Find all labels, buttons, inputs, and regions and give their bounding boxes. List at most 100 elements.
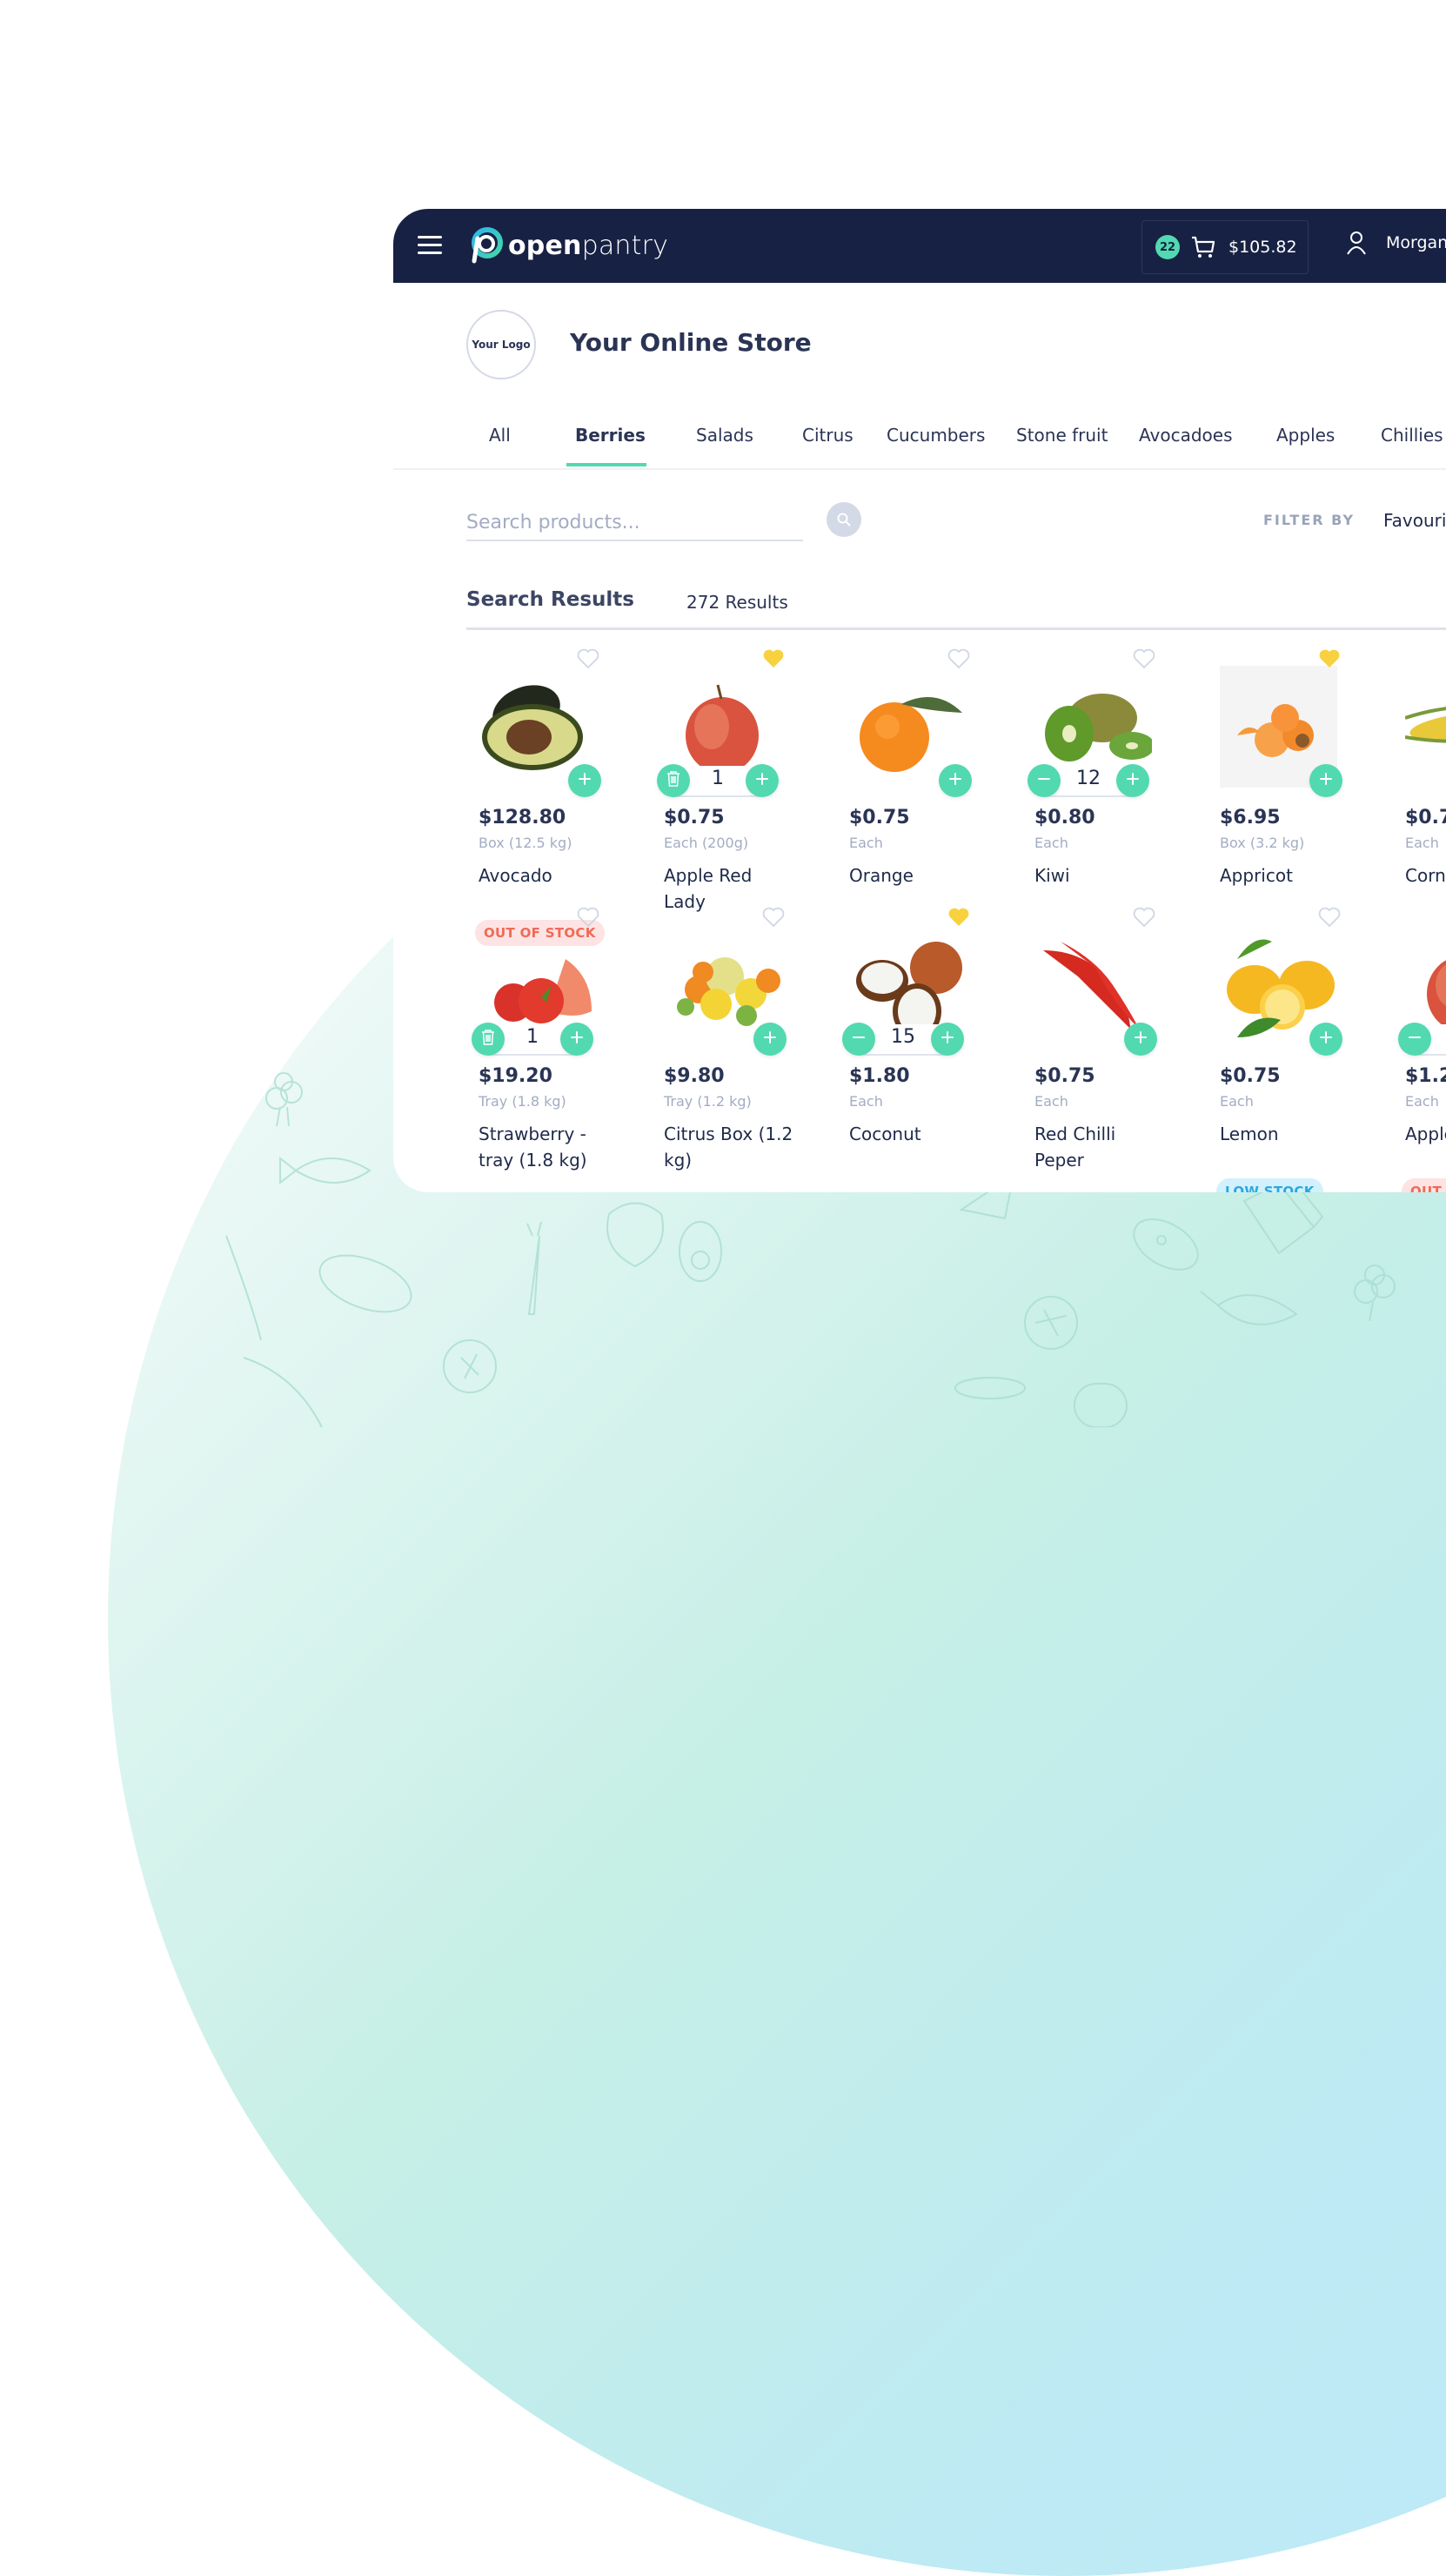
search-button[interactable] bbox=[827, 502, 861, 537]
favourite-heart-outline-icon[interactable] bbox=[1133, 648, 1155, 669]
remove-item-button[interactable] bbox=[657, 764, 690, 797]
remove-item-button[interactable] bbox=[472, 1023, 505, 1056]
tab-stone-fruit[interactable]: Stone fruit bbox=[1016, 425, 1108, 446]
increase-quantity-button[interactable] bbox=[560, 1023, 593, 1056]
trash-icon bbox=[480, 1029, 496, 1050]
favourite-heart-filled-icon[interactable] bbox=[1318, 648, 1341, 669]
brand-name-bold: open bbox=[508, 230, 582, 261]
filter-dropdown[interactable]: Favourites bbox=[1383, 510, 1446, 531]
product-name[interactable]: Corn bbox=[1405, 862, 1446, 889]
add-to-cart-button[interactable] bbox=[1124, 1023, 1157, 1056]
fish-doodle-icon bbox=[279, 1156, 372, 1185]
jar-doodle-icon bbox=[1074, 1383, 1128, 1427]
product-name[interactable]: Apple bbox=[1405, 1121, 1446, 1147]
add-to-cart-button[interactable] bbox=[1309, 764, 1342, 797]
tab-salads[interactable]: Salads bbox=[696, 425, 753, 446]
product-price: $0.80 bbox=[1034, 807, 1095, 828]
product-card[interactable]: $0.75 Each Corn bbox=[1405, 666, 1446, 927]
favourite-heart-filled-icon[interactable] bbox=[947, 907, 970, 928]
product-name[interactable]: Lemon bbox=[1220, 1121, 1350, 1147]
favourite-heart-outline-icon[interactable] bbox=[577, 907, 599, 928]
tab-all[interactable]: All bbox=[489, 425, 511, 446]
product-price: $0.75 bbox=[664, 807, 725, 828]
product-name[interactable]: Avocado bbox=[479, 862, 609, 889]
pepper-doodle-icon bbox=[606, 1202, 664, 1268]
product-price: $6.95 bbox=[1220, 807, 1281, 828]
favourite-heart-outline-icon[interactable] bbox=[1318, 907, 1341, 928]
tab-avocadoes[interactable]: Avocadoes bbox=[1139, 425, 1233, 446]
shopping-cart-icon bbox=[1192, 236, 1215, 258]
quantity-value[interactable]: 15 bbox=[875, 1026, 931, 1048]
product-price: $9.80 bbox=[664, 1065, 725, 1087]
product-card[interactable]: $0.75 Each Orange bbox=[849, 648, 1023, 927]
plus-icon bbox=[1126, 772, 1140, 789]
tab-apples[interactable]: Apples bbox=[1276, 425, 1335, 446]
product-card[interactable]: $1.25 Each Apple OUT OF STOCK bbox=[1398, 924, 1446, 1192]
minus-icon bbox=[1037, 772, 1051, 789]
decrease-quantity-button[interactable] bbox=[1028, 764, 1061, 797]
brand-name-light: pantry bbox=[581, 230, 669, 261]
product-card[interactable]: 1 $0.75 Each (200g) Apple Red Lady bbox=[657, 649, 838, 927]
product-unit: Box (12.5 kg) bbox=[479, 835, 572, 851]
product-name[interactable]: Strawberry - tray (1.8 kg) bbox=[479, 1121, 609, 1173]
product-card[interactable]: $128.80 Box (12.5 kg) Avocado OUT OF STO… bbox=[475, 648, 653, 946]
tab-citrus[interactable]: Citrus bbox=[802, 425, 854, 446]
brand-logo[interactable]: openpantry bbox=[468, 225, 668, 266]
product-name[interactable]: Appricot bbox=[1220, 862, 1350, 889]
quantity-stepper: 1 bbox=[472, 1023, 593, 1056]
add-to-cart-button[interactable] bbox=[568, 764, 601, 797]
openpantry-logo-icon bbox=[472, 227, 503, 264]
add-to-cart-button[interactable] bbox=[753, 1023, 787, 1056]
search-input[interactable] bbox=[466, 505, 803, 541]
product-image-corn[interactable] bbox=[1405, 666, 1446, 788]
product-card[interactable]: $9.80 Tray (1.2 kg) Citrus Box (1.2 kg) bbox=[664, 907, 838, 1185]
tomato2-doodle-icon bbox=[1024, 1296, 1078, 1350]
product-unit: Each bbox=[849, 1093, 883, 1110]
product-card[interactable]: $0.75 Each Red Chilli Peper bbox=[1034, 907, 1208, 1185]
product-name[interactable]: Red Chilli Peper bbox=[1034, 1121, 1165, 1173]
plus-icon bbox=[763, 1030, 777, 1048]
decrease-quantity-button[interactable] bbox=[842, 1023, 875, 1056]
cart-button[interactable]: 22 $105.82 bbox=[1141, 220, 1309, 274]
favourite-heart-outline-icon[interactable] bbox=[947, 648, 970, 669]
minus-icon bbox=[1408, 1030, 1422, 1048]
product-card[interactable]: $0.75 Each Lemon LOW STOCK bbox=[1216, 907, 1394, 1192]
increase-quantity-button[interactable] bbox=[931, 1023, 964, 1056]
favourite-heart-outline-icon[interactable] bbox=[1133, 907, 1155, 928]
tab-chillies[interactable]: Chillies bbox=[1381, 425, 1443, 446]
product-name[interactable]: Coconut bbox=[849, 1121, 980, 1147]
product-card[interactable]: 12 $0.80 Each Kiwi bbox=[1028, 648, 1208, 927]
quantity-value[interactable]: 12 bbox=[1061, 768, 1116, 789]
product-card[interactable]: $6.95 Box (3.2 kg) Appricot bbox=[1220, 649, 1394, 927]
product-price: $1.80 bbox=[849, 1065, 910, 1087]
favourite-heart-outline-icon[interactable] bbox=[577, 648, 599, 669]
user-name: Morgan bbox=[1386, 233, 1446, 252]
product-card[interactable]: 15 $1.80 Each Coconut bbox=[842, 908, 1023, 1185]
broccoli2-doodle-icon bbox=[1354, 1265, 1396, 1322]
tab-berries[interactable]: Berries bbox=[575, 425, 646, 446]
results-title: Search Results bbox=[466, 588, 634, 611]
quantity-value[interactable]: 1 bbox=[690, 768, 746, 789]
decrease-quantity-button[interactable] bbox=[1398, 1023, 1431, 1056]
product-price: $1.25 bbox=[1405, 1065, 1446, 1087]
tab-cucumbers[interactable]: Cucumbers bbox=[887, 425, 985, 446]
menu-hamburger-icon[interactable] bbox=[418, 236, 444, 255]
product-card[interactable]: 1 $19.20 Tray (1.8 kg) Strawberry - tray… bbox=[472, 907, 653, 1185]
plus-icon bbox=[941, 1030, 954, 1048]
product-name[interactable]: Orange bbox=[849, 862, 980, 889]
top-navbar: openpantry 22 $105.82 Morgan bbox=[393, 209, 1446, 283]
quantity-value[interactable]: 1 bbox=[505, 1026, 560, 1048]
plus-icon bbox=[1134, 1030, 1148, 1048]
add-to-cart-button[interactable] bbox=[1309, 1023, 1342, 1056]
increase-quantity-button[interactable] bbox=[746, 764, 779, 797]
favourite-heart-outline-icon[interactable] bbox=[762, 907, 785, 928]
favourite-heart-filled-icon[interactable] bbox=[762, 648, 785, 669]
active-tab-indicator bbox=[566, 463, 646, 466]
increase-quantity-button[interactable] bbox=[1116, 764, 1149, 797]
plus-icon bbox=[755, 772, 769, 789]
carrot-doodle-icon bbox=[526, 1221, 542, 1315]
product-name[interactable]: Kiwi bbox=[1034, 862, 1165, 889]
add-to-cart-button[interactable] bbox=[939, 764, 972, 797]
product-name[interactable]: Citrus Box (1.2 kg) bbox=[664, 1121, 794, 1173]
user-menu[interactable]: Morgan bbox=[1346, 231, 1446, 255]
